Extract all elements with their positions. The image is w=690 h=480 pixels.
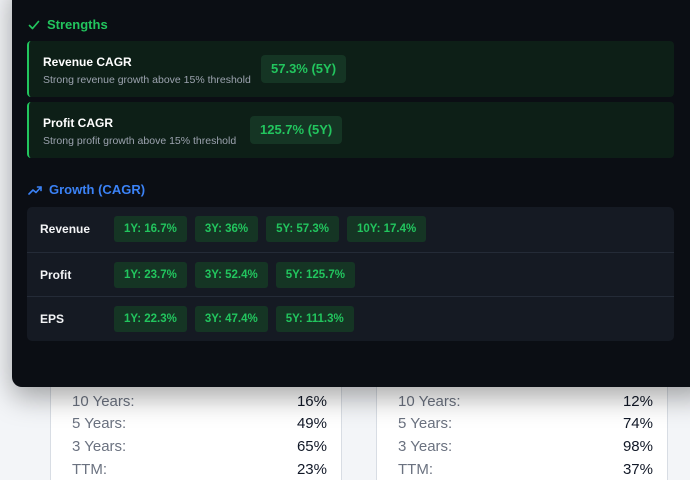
strength-card-description: Strong profit growth above 15% threshold: [43, 135, 237, 147]
strength-card-description: Strong revenue growth above 15% threshol…: [43, 74, 251, 86]
growth-chip: 5Y: 125.7%: [275, 262, 355, 288]
growth-chips: 1Y: 22.3% 3Y: 47.4% 5Y: 111.3%: [114, 306, 354, 332]
growth-chips: 1Y: 23.7% 3Y: 52.4% 5Y: 125.7%: [114, 262, 355, 288]
strength-value-badge: 57.3% (5Y): [261, 55, 347, 83]
row-label: 5 Years:: [398, 414, 453, 432]
growth-chip: 1Y: 23.7%: [114, 262, 187, 288]
growth-heading: Growth (CAGR): [28, 182, 145, 197]
table-row: EPS 1Y: 22.3% 3Y: 47.4% 5Y: 111.3%: [27, 297, 674, 341]
row-value: 23%: [296, 460, 327, 478]
metric-label: Revenue: [40, 222, 91, 236]
growth-chip: 5Y: 57.3%: [266, 216, 339, 242]
strength-card-revenue: Revenue CAGR Strong revenue growth above…: [27, 41, 674, 97]
strengths-title: Strengths: [47, 17, 108, 32]
row-value: 98%: [622, 437, 653, 455]
row-label: 10 Years:: [72, 392, 135, 410]
growth-chip: 1Y: 22.3%: [114, 306, 187, 332]
row-value: 74%: [622, 414, 653, 432]
row-label: TTM:: [398, 460, 433, 478]
metric-label: EPS: [40, 312, 65, 326]
row-value: 49%: [296, 414, 327, 432]
table-row: 5 Years: 49%: [72, 412, 327, 434]
cagr-table-right: 10 Years: 12% 5 Years: 74% 3 Years: 98% …: [376, 380, 668, 480]
strengths-heading: Strengths: [28, 17, 108, 32]
table-row: Profit 1Y: 23.7% 3Y: 52.4% 5Y: 125.7%: [27, 253, 674, 297]
row-label: 3 Years:: [398, 437, 453, 455]
growth-chip: 5Y: 111.3%: [275, 306, 354, 332]
row-value: 12%: [622, 392, 653, 410]
growth-chips: 1Y: 16.7% 3Y: 36% 5Y: 57.3% 10Y: 17.4%: [114, 216, 427, 242]
table-row: 10 Years: 16%: [72, 390, 327, 412]
row-label: 3 Years:: [72, 437, 127, 455]
growth-table: Revenue 1Y: 16.7% 3Y: 36% 5Y: 57.3% 10Y:…: [27, 207, 674, 341]
table-row: TTM: 23%: [72, 458, 327, 480]
strength-card-title: Profit CAGR: [43, 116, 113, 130]
row-label: 5 Years:: [72, 414, 127, 432]
trending-up-icon: [28, 184, 42, 196]
table-row: Revenue 1Y: 16.7% 3Y: 36% 5Y: 57.3% 10Y:…: [27, 207, 674, 251]
strength-card-title: Revenue CAGR: [43, 55, 132, 69]
growth-chip: 1Y: 16.7%: [114, 216, 187, 242]
growth-title: Growth (CAGR): [49, 182, 146, 197]
row-value: 16%: [296, 392, 327, 410]
table-row: 3 Years: 98%: [398, 435, 653, 457]
growth-chip: 3Y: 47.4%: [194, 306, 268, 332]
growth-chip: 3Y: 52.4%: [194, 262, 268, 288]
table-row: 5 Years: 74%: [398, 412, 653, 434]
table-row: 3 Years: 65%: [72, 435, 327, 457]
cagr-table-left: 10 Years: 16% 5 Years: 49% 3 Years: 65% …: [50, 380, 342, 480]
strength-value-badge: 125.7% (5Y): [250, 116, 343, 144]
table-row: TTM: 37%: [398, 458, 653, 480]
table-row: 10 Years: 12%: [398, 390, 653, 412]
row-label: TTM:: [72, 460, 107, 478]
row-value: 37%: [622, 460, 653, 478]
strength-card-profit: Profit CAGR Strong profit growth above 1…: [27, 102, 674, 158]
check-icon: [28, 19, 40, 31]
metric-label: Profit: [40, 268, 72, 282]
growth-chip: 3Y: 36%: [194, 216, 259, 242]
row-value: 65%: [296, 437, 327, 455]
growth-chip: 10Y: 17.4%: [346, 216, 427, 242]
row-label: 10 Years:: [398, 392, 461, 410]
